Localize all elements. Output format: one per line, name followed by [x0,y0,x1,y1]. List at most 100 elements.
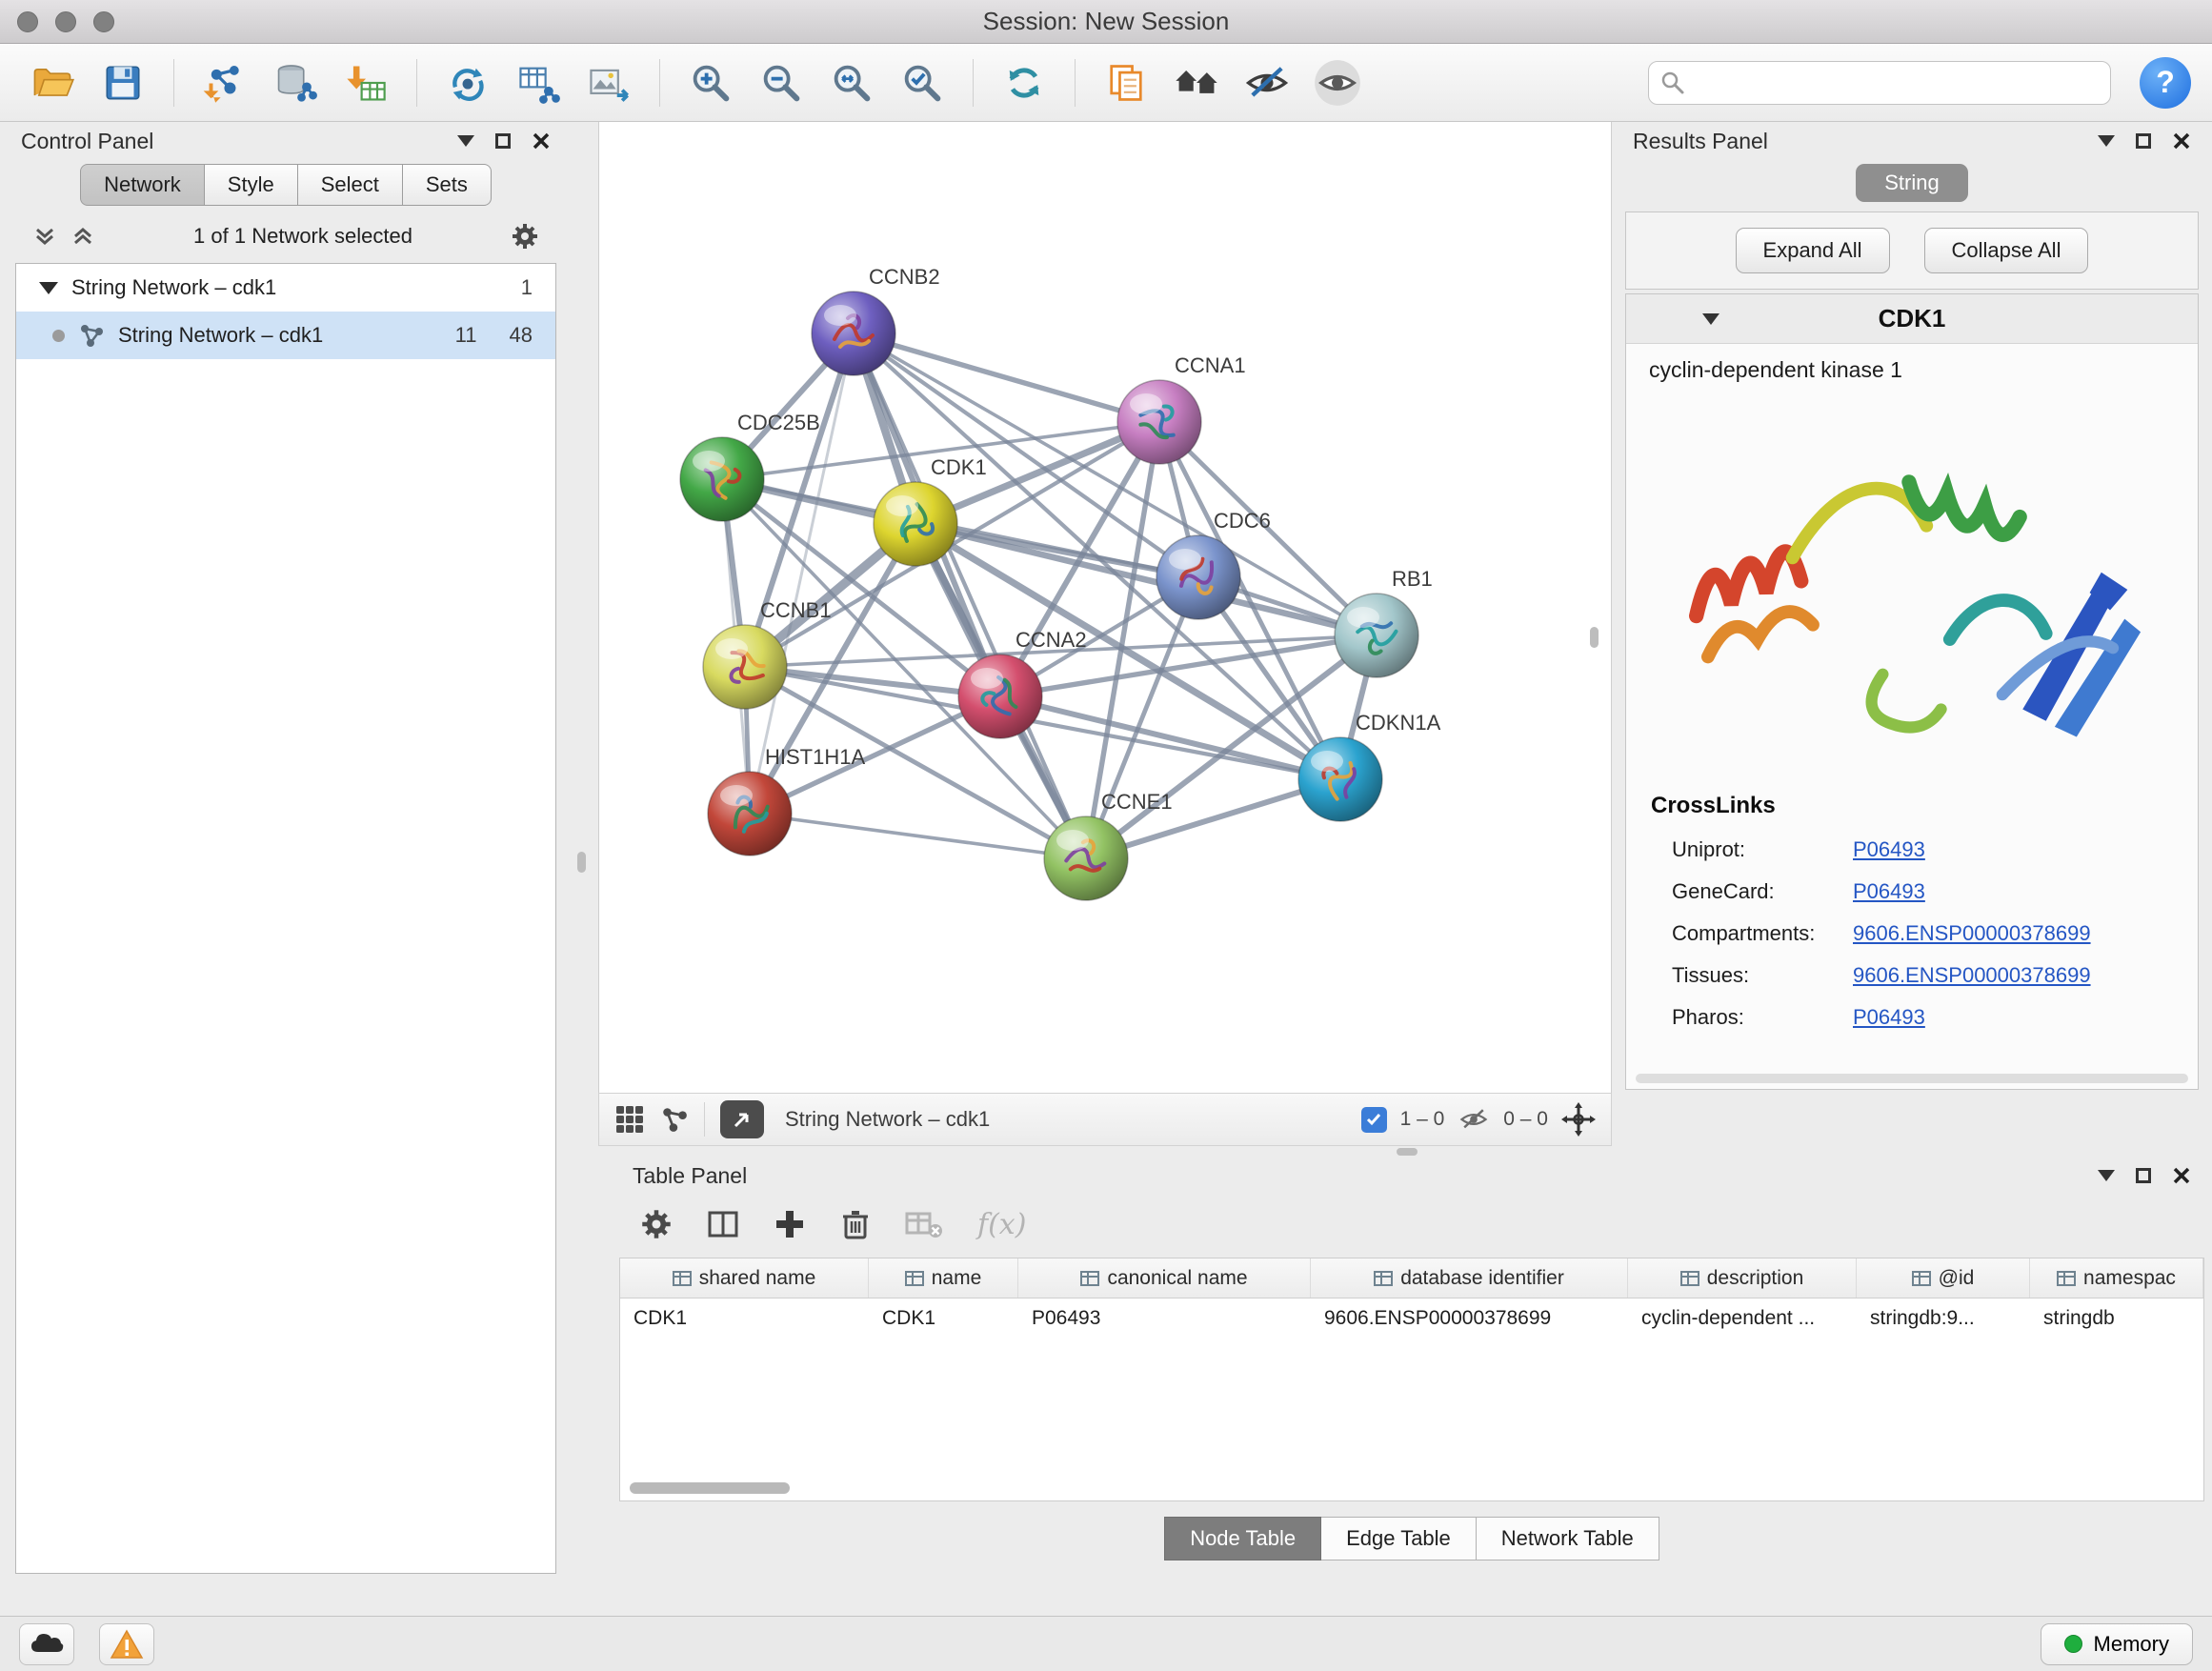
results-panel-menu-icon[interactable] [2098,135,2115,147]
crosslink-link[interactable]: P06493 [1853,1005,1925,1030]
tab-sets[interactable]: Sets [403,164,492,206]
hidden-eye-slash-icon[interactable] [1458,1106,1490,1133]
delete-column-icon[interactable] [840,1208,871,1240]
crosslinks-heading: CrossLinks [1626,787,2198,829]
zoom-fit-button[interactable] [820,52,883,113]
selected-checkbox-icon[interactable] [1361,1107,1387,1133]
column-header[interactable]: namespac [2030,1258,2203,1298]
column-header[interactable]: shared name [620,1258,869,1298]
results-panel-close-icon[interactable] [2172,131,2191,151]
pan-crosshair-icon[interactable] [1561,1102,1596,1137]
zoom-selected-button[interactable] [891,52,954,113]
right-splitter-handle[interactable] [1590,627,1599,648]
table-tabs: Node Table Edge Table Network Table [619,1517,2204,1560]
birdseye-share-icon[interactable] [660,1105,689,1134]
network-row-selected[interactable]: String Network – cdk1 11 48 [16,312,555,359]
crosslink-link[interactable]: 9606.ENSP00000378699 [1853,921,2091,946]
column-header[interactable]: canonical name [1018,1258,1311,1298]
node-table-header-row: shared name name canonical name database… [620,1258,2203,1299]
open-session-button[interactable] [21,52,84,113]
cloud-status-button[interactable] [19,1623,74,1665]
column-header[interactable]: description [1628,1258,1857,1298]
tab-style[interactable]: Style [205,164,298,206]
memory-label: Memory [2094,1632,2169,1657]
gear-icon[interactable] [511,222,539,251]
table-panel-float-icon[interactable] [2136,1168,2151,1183]
window-zoom-button[interactable] [93,11,114,32]
collapse-all-button[interactable]: Collapse All [1924,228,2089,273]
crosslink-label: Compartments: [1672,921,1853,946]
left-splitter-handle[interactable] [577,852,586,873]
toolbar-separator [659,59,660,107]
delete-table-icon[interactable] [905,1208,943,1240]
table-panel-menu-icon[interactable] [2098,1170,2115,1181]
save-session-button[interactable] [91,52,154,113]
zoom-out-button[interactable] [750,52,813,113]
show-eye-button[interactable] [1306,52,1369,113]
help-button[interactable]: ? [2140,57,2191,109]
crosslink-link[interactable]: 9606.ENSP00000378699 [1853,963,2091,988]
new-network-button[interactable] [436,52,499,113]
toolbar-separator [416,59,417,107]
import-network-file-button[interactable] [193,52,256,113]
hide-toolbar-eye-button[interactable] [1236,52,1298,113]
copy-document-button[interactable] [1095,52,1157,113]
control-panel-menu-icon[interactable] [457,135,474,147]
warnings-button[interactable] [99,1623,154,1665]
export-image-button[interactable] [577,52,640,113]
network-collection-row[interactable]: String Network – cdk1 1 [16,264,555,312]
add-column-icon[interactable] [774,1208,806,1240]
column-header[interactable]: database identifier [1311,1258,1628,1298]
control-panel-close-icon[interactable] [532,131,551,151]
selected-node-edge-count: 1 – 0 [1400,1108,1445,1131]
zoom-in-button[interactable] [679,52,742,113]
column-header[interactable]: name [869,1258,1018,1298]
network-canvas[interactable]: CCNB2CCNA1CDC25BCDK1CDC6RB1CCNB1CCNA2CDK… [598,122,1612,1093]
tab-network[interactable]: Network [80,164,205,206]
horizontal-splitter-handle[interactable] [1397,1148,1418,1156]
network-arrows-icon [445,60,491,106]
table-horizontal-scrollbar[interactable] [630,1482,790,1494]
column-header[interactable]: @id [1857,1258,2030,1298]
results-scrollbar[interactable] [1636,1074,2188,1083]
crosslink-label: Pharos: [1672,1005,1853,1030]
results-tab-string[interactable]: String [1856,164,1967,202]
table-gear-icon[interactable] [640,1208,673,1240]
crosslink-link[interactable]: P06493 [1853,837,1925,862]
window-minimize-button[interactable] [55,11,76,32]
search-input[interactable] [1648,61,2111,105]
tab-edge-table[interactable]: Edge Table [1321,1517,1477,1560]
detach-view-button[interactable] [720,1100,764,1138]
network-table-icon [515,60,561,106]
collapse-all-chevron-icon[interactable] [32,224,57,249]
control-panel-float-icon[interactable] [495,133,511,149]
tab-network-table[interactable]: Network Table [1477,1517,1659,1560]
import-table-button[interactable] [334,52,397,113]
refresh-button[interactable] [993,52,1056,113]
tab-node-table[interactable]: Node Table [1164,1517,1321,1560]
network-share-icon [78,322,105,349]
tab-select[interactable]: Select [298,164,403,206]
tree-expand-icon[interactable] [39,282,58,294]
memory-button[interactable]: Memory [2041,1623,2193,1665]
window-close-button[interactable] [17,11,38,32]
show-columns-icon[interactable] [707,1208,739,1240]
crosslink-row: Pharos: P06493 [1626,997,2198,1038]
network-row-label: String Network – cdk1 [118,323,323,348]
network-from-table-button[interactable] [507,52,570,113]
function-builder-icon[interactable]: f(x) [977,1208,1026,1241]
results-panel-float-icon[interactable] [2136,133,2151,149]
gene-section-header[interactable]: CDK1 [1626,294,2198,344]
eye-slash-icon [1242,60,1292,106]
table-panel-close-icon[interactable] [2172,1166,2191,1185]
grid-view-icon[interactable] [614,1104,645,1135]
gene-collapse-icon[interactable] [1702,313,1719,325]
expand-all-button[interactable]: Expand All [1736,228,1890,273]
home-views-button[interactable] [1165,52,1228,113]
node-table[interactable]: shared name name canonical name database… [619,1258,2204,1501]
expand-all-chevron-icon[interactable] [70,224,95,249]
table-row[interactable]: CDK1 CDK1 P06493 9606.ENSP00000378699 cy… [620,1299,2203,1339]
network-graph[interactable]: CCNB2CCNA1CDC25BCDK1CDC6RB1CCNB1CCNA2CDK… [599,122,1613,1093]
import-network-database-button[interactable] [264,52,327,113]
crosslink-link[interactable]: P06493 [1853,879,1925,904]
